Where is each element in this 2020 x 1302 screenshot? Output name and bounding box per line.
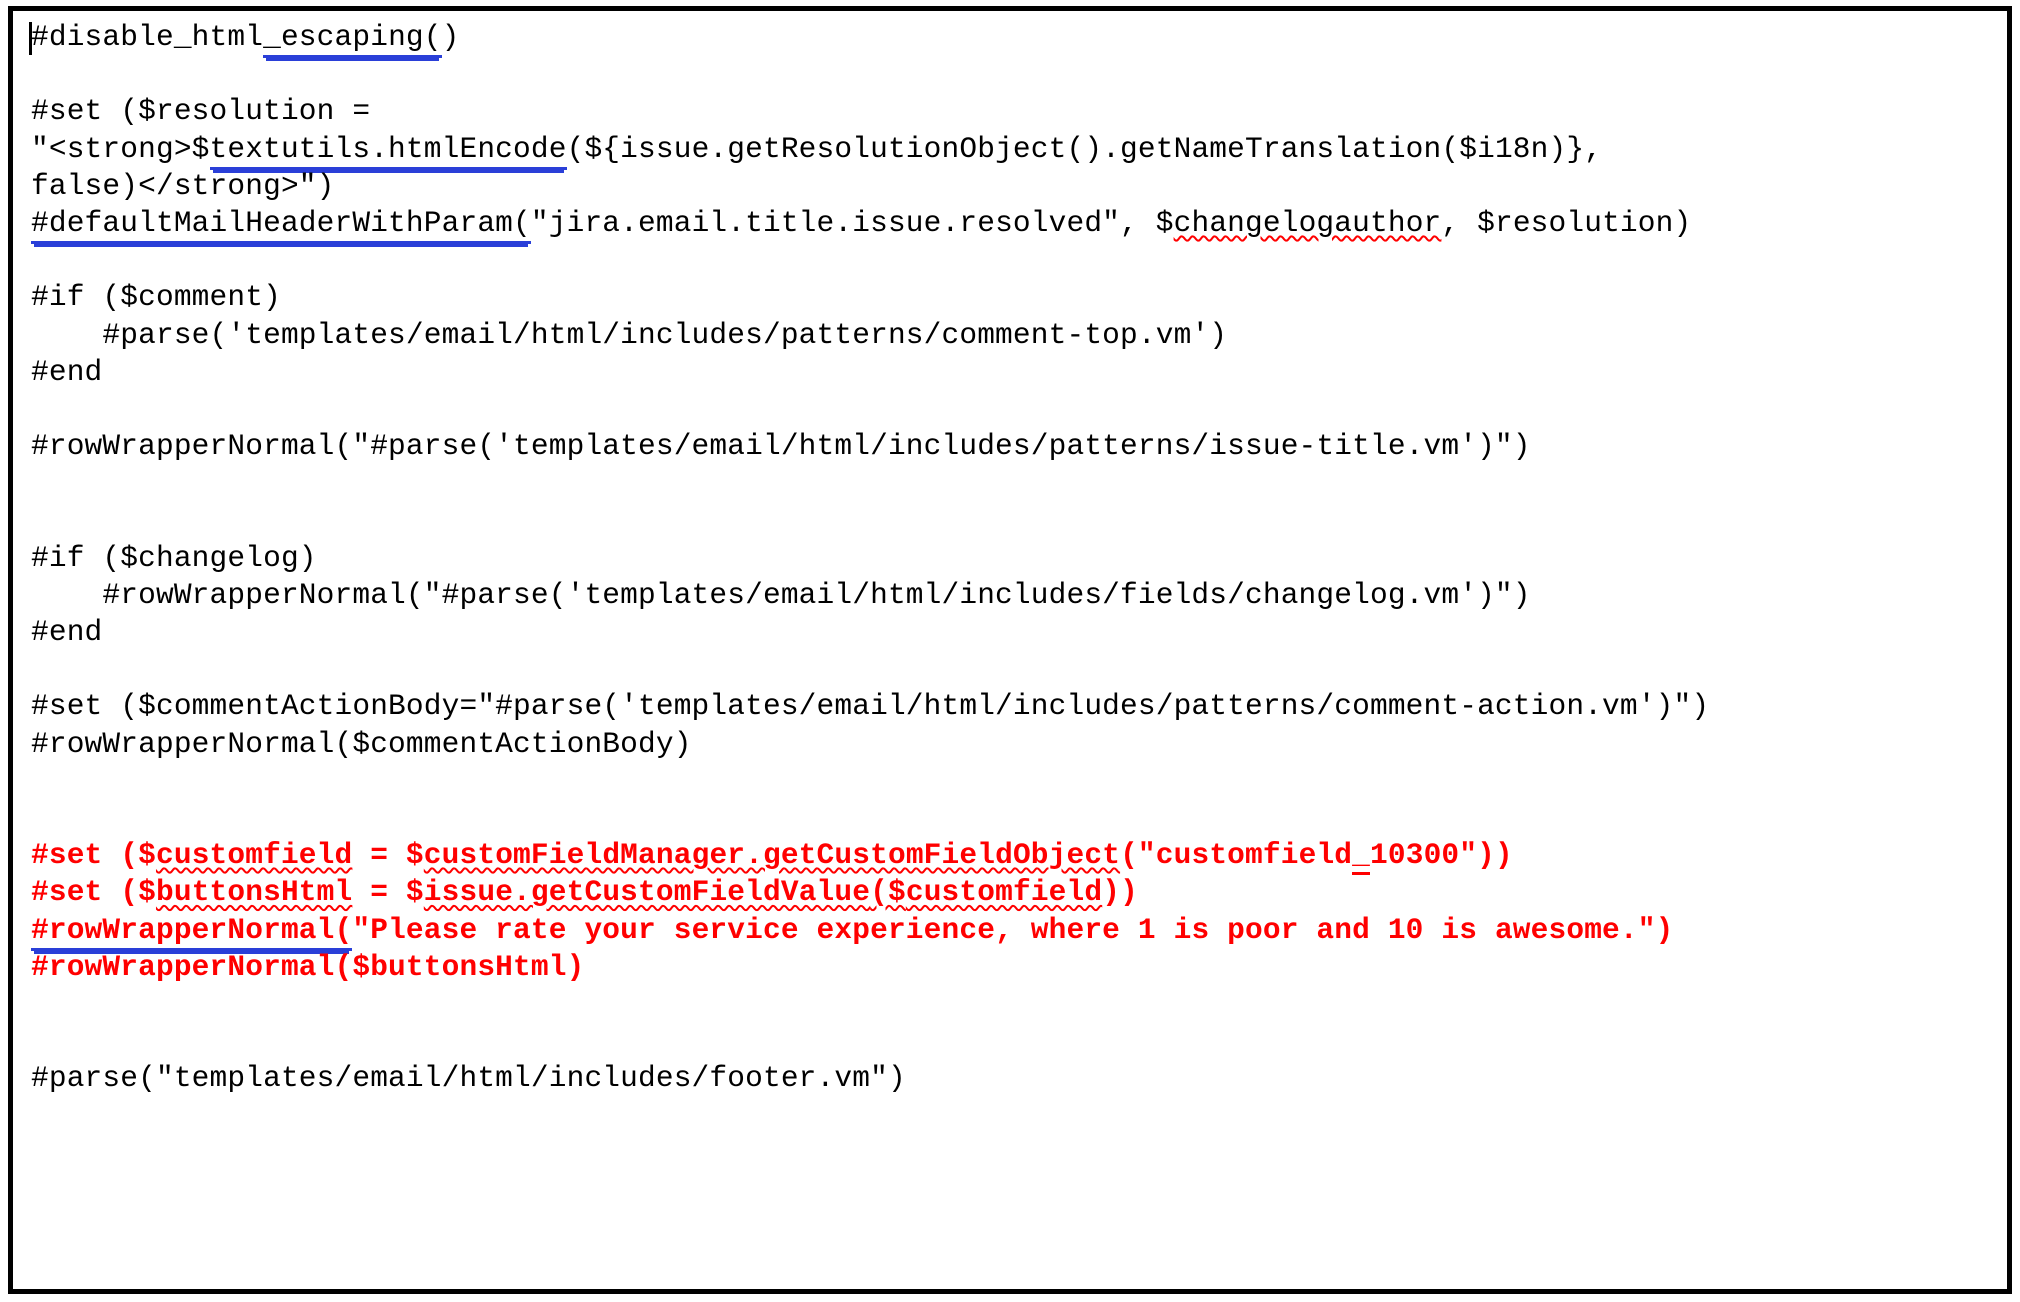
code-token: #set ($resolution = xyxy=(31,94,371,129)
code-token: issue.getCustomFieldValue xyxy=(423,875,871,910)
code-token: , $resolution) xyxy=(1441,205,1692,240)
code-token: changelogauthor xyxy=(1173,205,1442,240)
code-token: customfield xyxy=(905,875,1103,910)
code-line: #rowWrapperNormal("#parse('templates/ema… xyxy=(31,428,2007,465)
code-token: = $ xyxy=(352,875,424,910)
code-line: #set ($customfield = $customFieldManager… xyxy=(31,837,2007,876)
code-line: #end xyxy=(31,354,2007,391)
code-token: "Please rate your service experience, wh… xyxy=(352,912,1674,947)
code-line: #rowWrapperNormal("Please rate your serv… xyxy=(31,912,2007,951)
code-token: 10300")) xyxy=(1370,838,1513,873)
screenshot-page: #disable_html_escaping() #set ($resolutio… xyxy=(0,0,2020,1302)
code-token: _ xyxy=(1352,838,1371,876)
code-line: false)</strong>") xyxy=(31,168,2007,205)
code-line: #disable_html_escaping() xyxy=(31,19,2007,58)
code-token: buttonsHtml xyxy=(155,875,353,910)
code-token: #disable_html xyxy=(31,20,264,54)
code-token: #end xyxy=(31,615,103,649)
code-token: #parse("templates/email/html/includes/fo… xyxy=(31,1061,906,1096)
code-token: #set ($ xyxy=(31,838,156,873)
code-token: #set ($commentActionBody="#parse('templa… xyxy=(31,689,1710,724)
code-token: #defaultMailHeaderWithParam( xyxy=(31,205,531,244)
code-token: "jira.email.title.issue.resolved", $ xyxy=(530,205,1174,240)
code-token: "<strong>$ xyxy=(31,131,210,166)
code-token: = $ xyxy=(352,838,424,873)
code-line: #rowWrapperNormal($buttonsHtml) xyxy=(31,949,2007,986)
code-editor-area[interactable]: #disable_html_escaping() #set ($resolutio… xyxy=(13,11,2007,1289)
code-line: #parse('templates/email/html/includes/pa… xyxy=(31,317,2007,354)
code-token: #rowWrapperNormal( xyxy=(31,912,353,951)
code-line: #parse("templates/email/html/includes/fo… xyxy=(31,1060,2007,1097)
code-token: _escaping( xyxy=(263,20,442,58)
code-line: #set ($resolution = xyxy=(31,93,2007,130)
code-token: (${issue.getResolutionObject().getNameTr… xyxy=(566,131,1603,166)
code-token: #end xyxy=(31,354,103,389)
code-token: #if ($changelog) xyxy=(31,540,317,575)
code-lines-container: #disable_html_escaping() #set ($resolutio… xyxy=(31,19,2007,1097)
code-token: #set ($ xyxy=(31,875,156,910)
code-line: #if ($changelog) xyxy=(31,540,2007,577)
code-token: #if ($comment) xyxy=(31,280,281,315)
code-token: #rowWrapperNormal("#parse('templates/ema… xyxy=(31,577,1531,612)
code-line: #end xyxy=(31,614,2007,651)
code-token: false)</strong>") xyxy=(31,168,335,203)
code-token: )) xyxy=(1102,875,1138,910)
code-line: #rowWrapperNormal("#parse('templates/ema… xyxy=(31,577,2007,614)
code-listing-frame: #disable_html_escaping() #set ($resolutio… xyxy=(8,6,2012,1294)
code-line: #if ($comment) xyxy=(31,279,2007,316)
code-line: #defaultMailHeaderWithParam("jira.email.… xyxy=(31,205,2007,244)
code-token: #parse('templates/email/html/includes/pa… xyxy=(31,317,1228,352)
code-line: #set ($commentActionBody="#parse('templa… xyxy=(31,688,2007,725)
code-token: ("customfield xyxy=(1120,838,1353,873)
code-token: #rowWrapperNormal($buttonsHtml) xyxy=(31,949,585,984)
code-token: customfield xyxy=(155,838,353,873)
code-line: #set ($buttonsHtml = $issue.getCustomFie… xyxy=(31,874,2007,911)
code-line: #rowWrapperNormal($commentActionBody) xyxy=(31,726,2007,763)
code-token: textutils.htmlEncode xyxy=(209,131,567,170)
code-token: #rowWrapperNormal("#parse('templates/ema… xyxy=(31,429,1531,464)
code-line: "<strong>$textutils.htmlEncode(${issue.g… xyxy=(31,131,2007,170)
code-token: customFieldManager.getCustomFieldObject xyxy=(423,838,1121,873)
code-token: ($ xyxy=(870,875,906,910)
code-token: #rowWrapperNormal($commentActionBody) xyxy=(31,726,692,761)
code-token: ) xyxy=(441,20,460,54)
